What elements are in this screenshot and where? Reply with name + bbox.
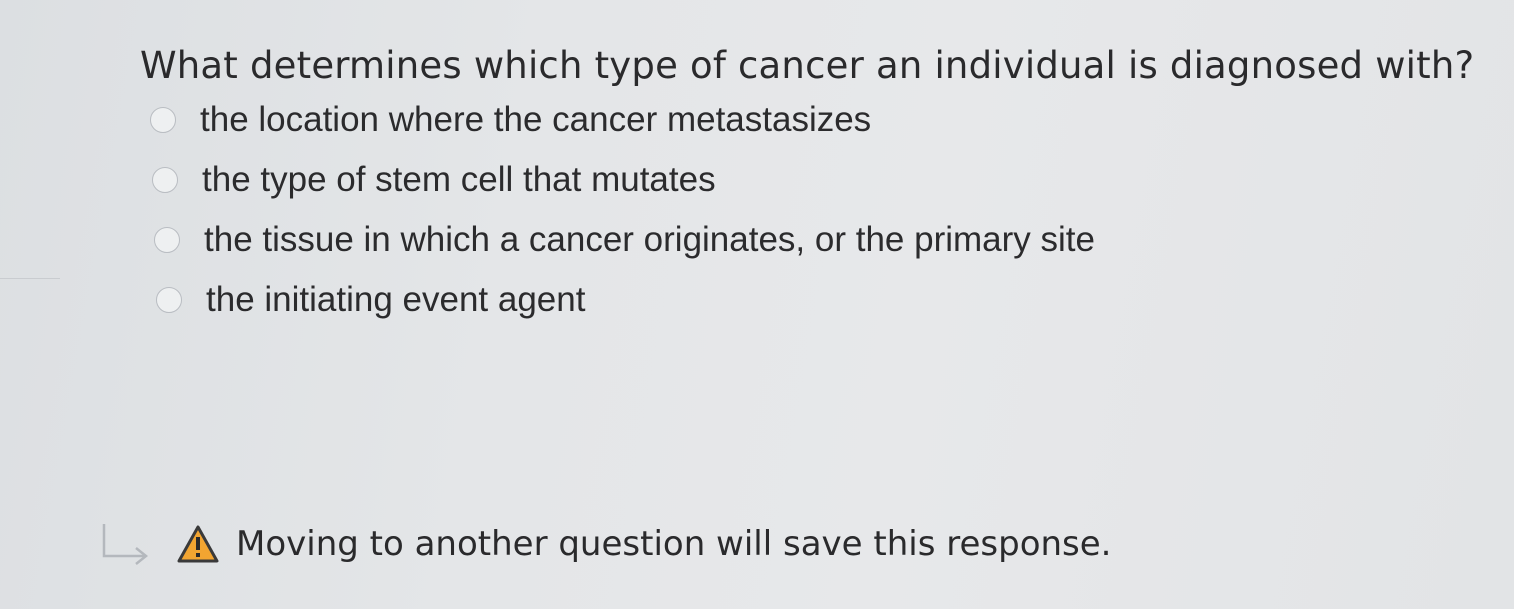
radio-button[interactable] bbox=[150, 107, 176, 133]
radio-button[interactable] bbox=[152, 167, 178, 193]
option-label: the tissue in which a cancer originates,… bbox=[204, 220, 1095, 259]
option-label: the location where the cancer metastasiz… bbox=[200, 100, 872, 139]
radio-button[interactable] bbox=[154, 227, 180, 253]
save-notice: Moving to another question will save thi… bbox=[96, 522, 1111, 566]
option-1[interactable]: the location where the cancer metastasiz… bbox=[150, 100, 871, 140]
option-label: the type of stem cell that mutates bbox=[202, 160, 716, 199]
save-notice-text: Moving to another question will save thi… bbox=[236, 524, 1112, 564]
option-label: the initiating event agent bbox=[206, 280, 586, 319]
option-2[interactable]: the type of stem cell that mutates bbox=[152, 160, 716, 200]
option-4[interactable]: the initiating event agent bbox=[156, 280, 585, 320]
question-text: What determines which type of cancer an … bbox=[140, 44, 1475, 87]
option-3[interactable]: the tissue in which a cancer originates,… bbox=[154, 220, 1095, 260]
return-arrow-icon bbox=[102, 524, 149, 565]
divider-line bbox=[0, 278, 60, 279]
warning-icon bbox=[177, 525, 219, 563]
radio-button[interactable] bbox=[156, 287, 182, 313]
